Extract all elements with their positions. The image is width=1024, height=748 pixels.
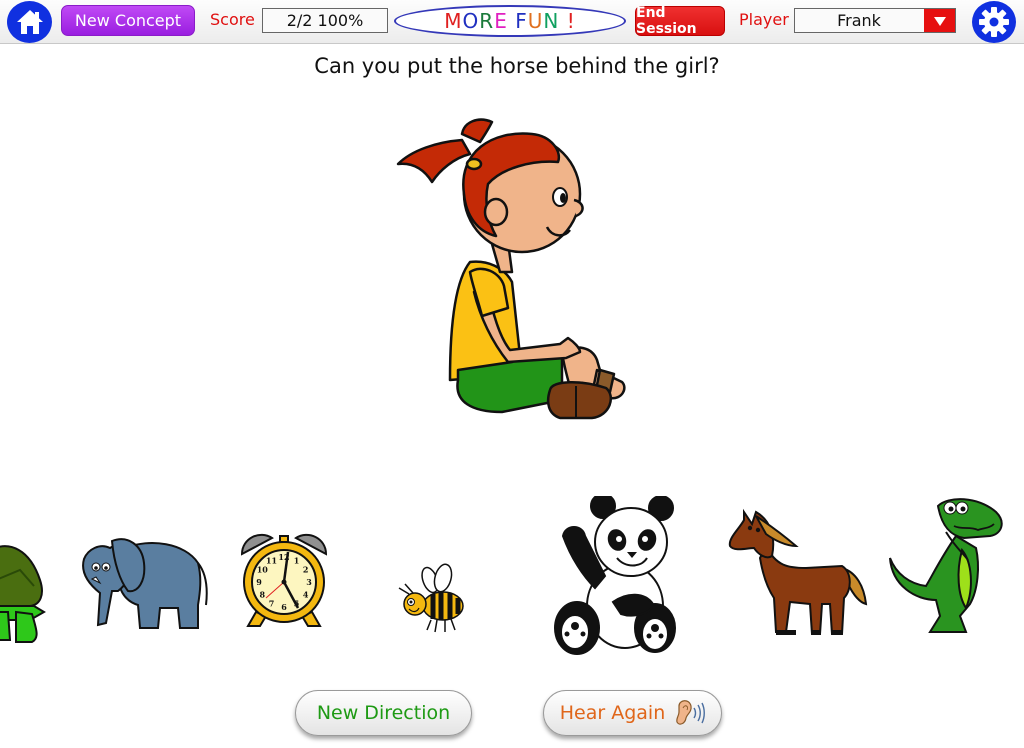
player-dropdown[interactable]: Frank	[794, 8, 956, 33]
clock-number: 6	[281, 602, 287, 612]
dropdown-arrow-icon[interactable]	[924, 9, 955, 32]
turtle-item[interactable]	[0, 540, 50, 645]
home-button[interactable]	[7, 1, 52, 43]
more-fun-letter: F	[515, 9, 528, 33]
dinosaur-item[interactable]	[886, 496, 1008, 638]
panda-item[interactable]	[553, 496, 681, 658]
clock-number: 9	[256, 577, 262, 587]
hear-again-button[interactable]: Hear Again	[543, 690, 722, 736]
ear-icon	[676, 700, 706, 725]
clock-number: 8	[260, 590, 266, 600]
girl-figure	[396, 118, 626, 420]
score-label: Score	[210, 10, 255, 29]
more-fun-letter: N	[543, 9, 560, 33]
clock-number: 7	[269, 599, 275, 609]
settings-button[interactable]	[972, 1, 1016, 43]
clock-number: 2	[303, 565, 309, 575]
more-fun-letter: M	[444, 9, 463, 33]
more-fun-letter: O	[462, 9, 480, 33]
clock-number: 11	[266, 555, 277, 565]
clock-number: 1	[294, 555, 300, 565]
player-selected-value: Frank	[837, 11, 881, 30]
top-toolbar: New Concept Score 2/2 100% MORE FUN ! En…	[0, 0, 1024, 44]
new-concept-button[interactable]: New Concept	[61, 5, 195, 36]
alarm-clock-item[interactable]: 121234567891011	[238, 530, 330, 630]
horse-item[interactable]	[726, 506, 870, 638]
clock-number: 3	[306, 577, 312, 587]
more-fun-letter: R	[479, 9, 495, 33]
more-fun-letter	[508, 9, 515, 33]
score-value: 2/2 100%	[262, 8, 388, 33]
bee-item[interactable]	[397, 562, 469, 634]
question-prompt: Can you put the horse behind the girl?	[314, 54, 720, 78]
player-label: Player	[739, 10, 789, 29]
more-fun-letter: U	[527, 9, 544, 33]
more-fun-letter	[559, 9, 566, 33]
gear-icon	[979, 7, 1009, 37]
more-fun-button[interactable]: MORE FUN !	[394, 5, 626, 37]
more-fun-letter: E	[494, 9, 508, 33]
elephant-item[interactable]	[70, 533, 210, 633]
home-icon	[16, 10, 43, 34]
new-direction-label: New Direction	[316, 702, 451, 724]
clock-number: 10	[257, 565, 269, 575]
end-session-button[interactable]: End Session	[635, 5, 725, 37]
more-fun-letter: !	[566, 9, 576, 33]
new-direction-button[interactable]: New Direction	[295, 690, 472, 736]
hear-again-label: Hear Again	[559, 702, 666, 724]
clock-number: 4	[303, 590, 309, 600]
